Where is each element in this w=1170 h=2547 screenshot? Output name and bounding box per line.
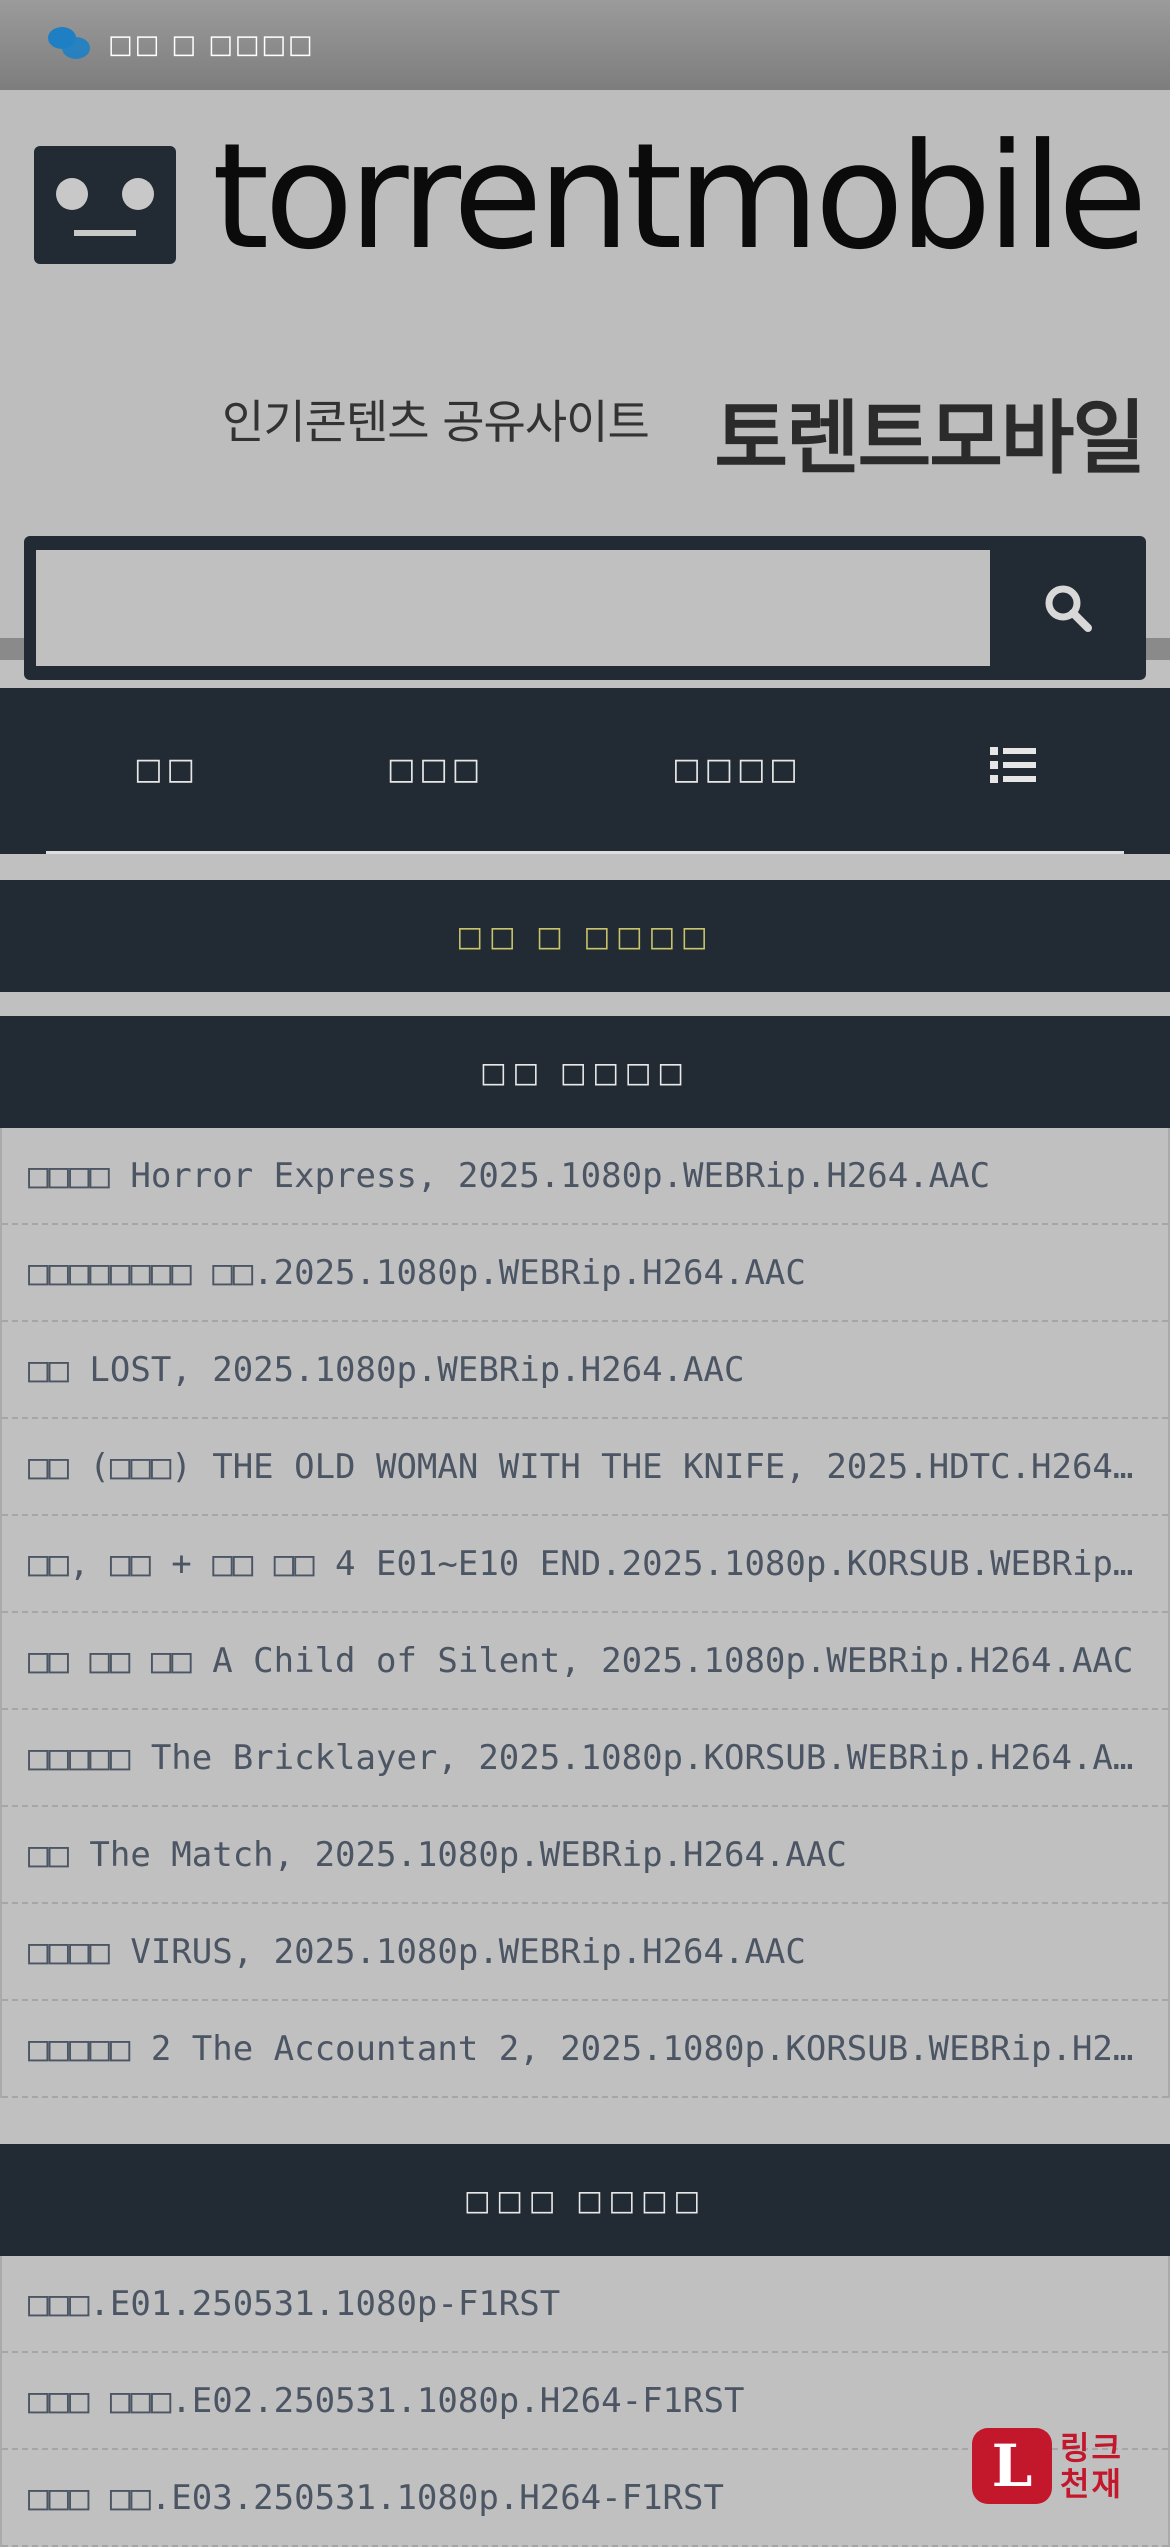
- list-item[interactable]: □□ LOST, 2025.1080p.WEBRip.H264.AAC: [2, 1322, 1168, 1419]
- list-item[interactable]: □□□□ VIRUS, 2025.1080p.WEBRip.H264.AAC: [2, 1904, 1168, 2001]
- dramas-section-title[interactable]: □□□ □□□□: [0, 2144, 1170, 2256]
- site-header: torrentmobile 인기콘텐츠 공유사이트 토렌트모바일: [0, 90, 1170, 680]
- link-genius-badge[interactable]: L 링크 천재: [972, 2424, 1148, 2508]
- search-button[interactable]: [990, 536, 1146, 680]
- list-item[interactable]: □□ □□ □□ A Child of Silent, 2025.1080p.W…: [2, 1613, 1168, 1710]
- main-nav: □□ □□□ □□□□: [0, 688, 1170, 854]
- site-logo-text[interactable]: torrentmobile: [212, 124, 1148, 270]
- site-subtitle: 인기콘텐츠 공유사이트: [222, 395, 650, 449]
- link-genius-logo-icon: L: [972, 2428, 1052, 2504]
- list-item[interactable]: □□□□□ The Bricklayer, 2025.1080p.KORSUB.…: [2, 1710, 1168, 1807]
- list-item[interactable]: □□□□□ 2 The Accountant 2, 2025.1080p.KOR…: [2, 2001, 1168, 2098]
- menu-button[interactable]: [989, 746, 1036, 792]
- nav-item-3[interactable]: □□□□: [672, 752, 801, 787]
- list-item[interactable]: □□□□□□□□ □□.2025.1080p.WEBRip.H264.AAC: [2, 1225, 1168, 1322]
- list-item[interactable]: □□□□ Horror Express, 2025.1080p.WEBRip.H…: [2, 1128, 1168, 1225]
- list-item[interactable]: □□ (□□□) THE OLD WOMAN WITH THE KNIFE, 2…: [2, 1419, 1168, 1516]
- chat-icon: [48, 27, 92, 63]
- nav-item-1[interactable]: □□: [134, 752, 199, 787]
- search-input[interactable]: [36, 550, 990, 666]
- list-item[interactable]: □□ The Match, 2025.1080p.WEBRip.H264.AAC: [2, 1807, 1168, 1904]
- movies-list: □□□□ Horror Express, 2025.1080p.WEBRip.H…: [0, 1128, 1170, 2098]
- movies-section: □□ □□□□ □□□□ Horror Express, 2025.1080p.…: [0, 1016, 1170, 2098]
- list-item[interactable]: □□□.E01.250531.1080p-F1RST: [2, 2256, 1168, 2353]
- robot-logo-icon[interactable]: [34, 146, 176, 264]
- nav-divider: [46, 851, 1124, 854]
- badge-line-2: 천재: [1060, 2465, 1123, 2503]
- top-bar: □□ □ □□□□: [0, 0, 1170, 90]
- list-icon: [989, 747, 1036, 783]
- announcement-bar[interactable]: □□ □ □□□□: [0, 880, 1170, 992]
- search-bar: [24, 536, 1146, 680]
- search-icon: [1045, 585, 1092, 632]
- badge-line-1: 링크: [1060, 2429, 1123, 2467]
- nav-item-2[interactable]: □□□: [387, 752, 484, 787]
- list-item[interactable]: □□, □□ + □□ □□ 4 E01~E10 END.2025.1080p.…: [2, 1516, 1168, 1613]
- movies-section-title[interactable]: □□ □□□□: [0, 1016, 1170, 1128]
- site-subtitle-korean: 토렌트모바일: [714, 392, 1146, 485]
- top-bar-label[interactable]: □□ □ □□□□: [108, 30, 315, 60]
